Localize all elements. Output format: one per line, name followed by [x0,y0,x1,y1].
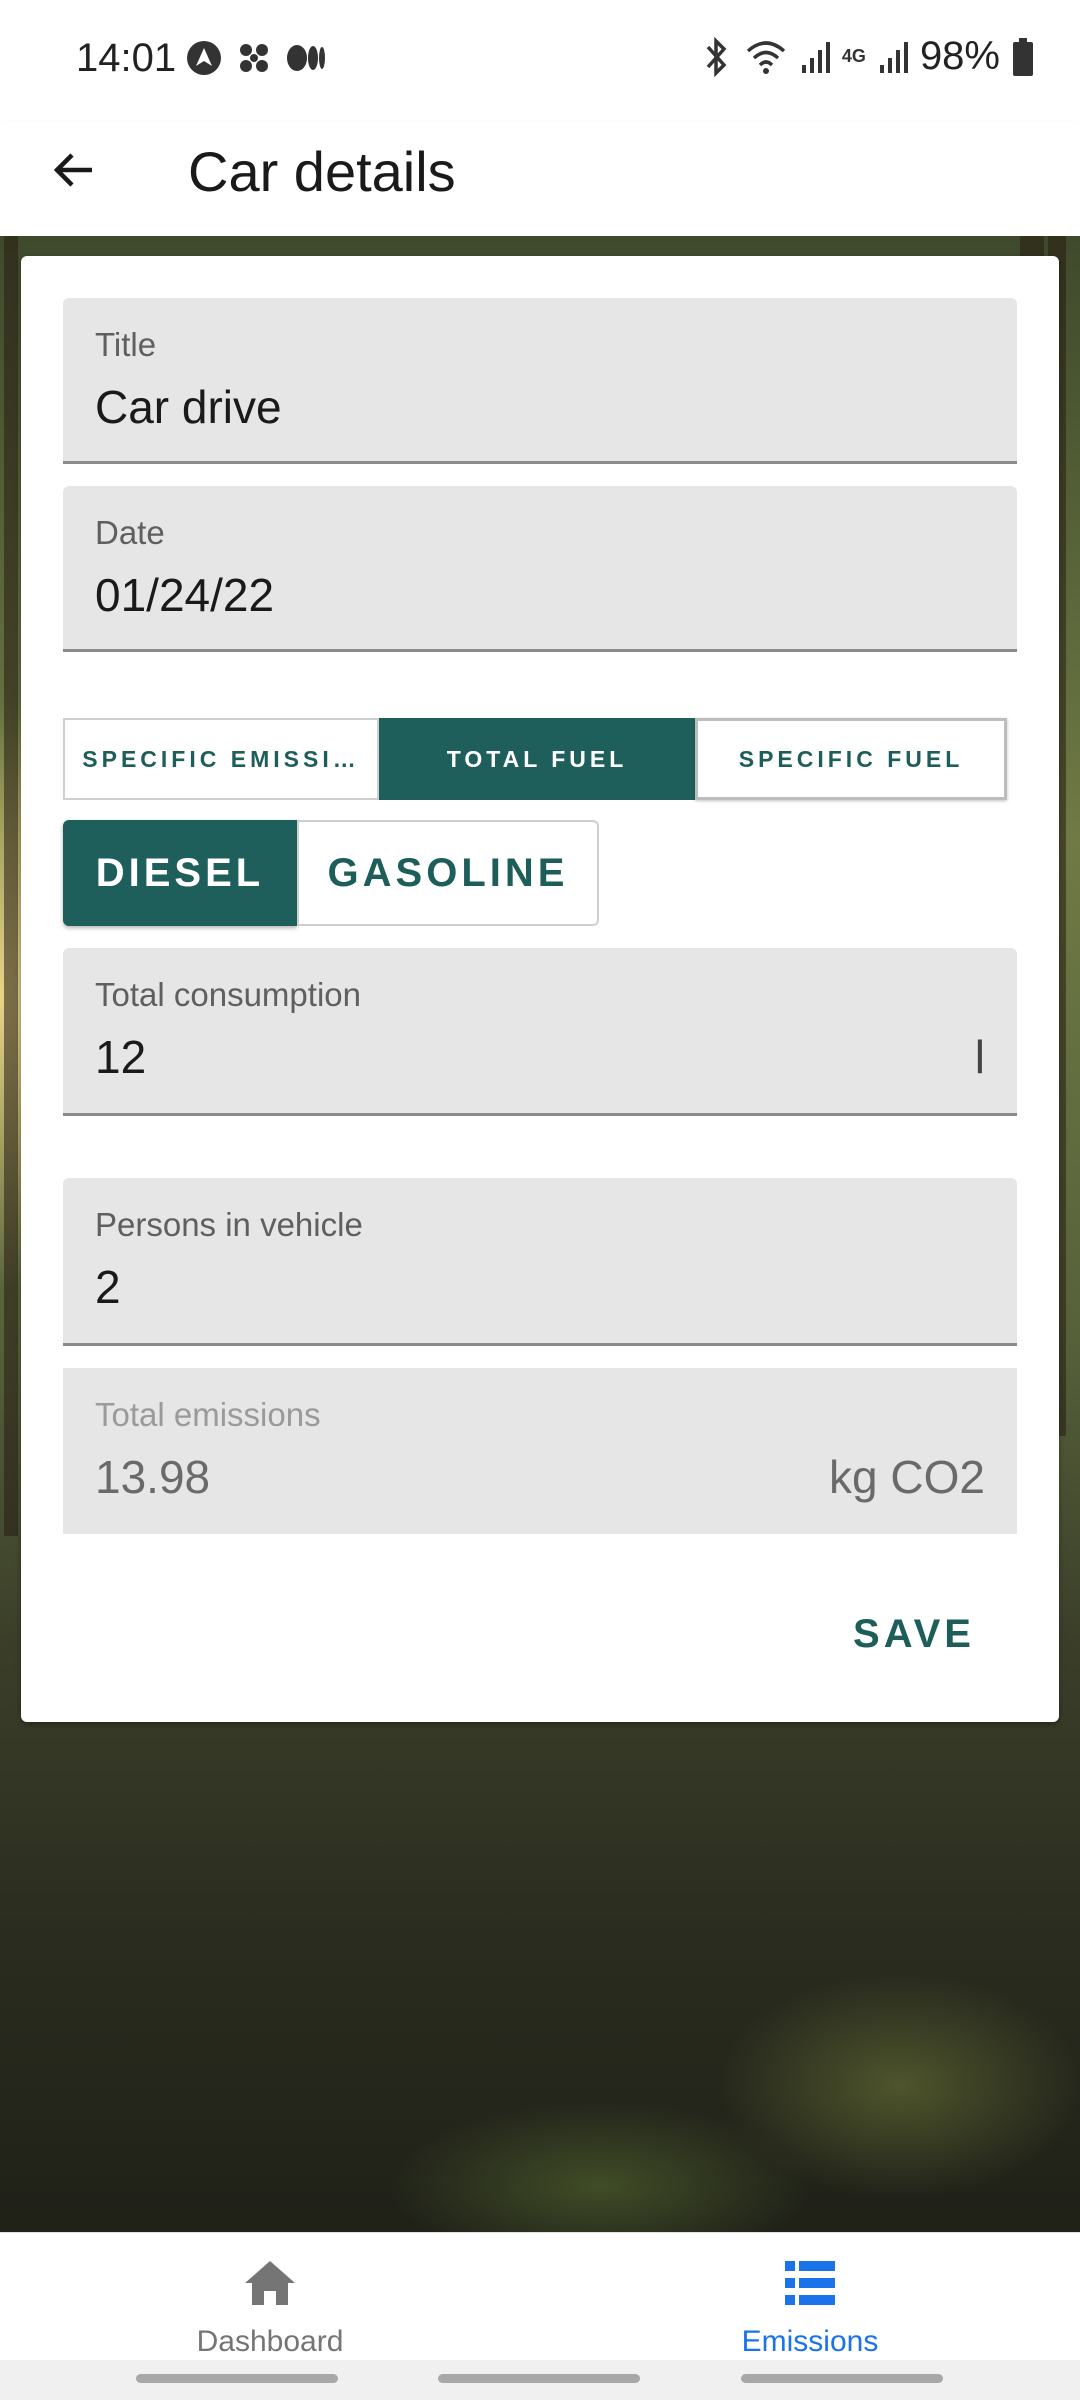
title-field[interactable]: Title Car drive [63,298,1017,464]
date-value: 01/24/22 [95,569,275,621]
total-consumption-field[interactable]: Total consumption 12 l [63,948,1017,1116]
page-title: Car details [188,140,456,203]
fuel-type-toggle: DIESEL GASOLINE [63,820,599,926]
mode-specific-emission-button[interactable]: SPECIFIC EMISSI… [63,718,379,800]
total-emissions-value: 13.98 [95,1451,211,1503]
car-details-card: Title Car drive Date 01/24/22 SPECIFIC E… [21,256,1059,1722]
date-label: Date [95,514,165,551]
nav-item-dashboard[interactable]: Dashboard [0,2233,540,2363]
total-consumption-label: Total consumption [95,976,361,1013]
list-icon [780,2253,840,2313]
persons-label: Persons in vehicle [95,1206,363,1243]
save-button[interactable]: SAVE [837,1600,991,1669]
arrow-back-icon [53,153,92,187]
gesture-back-pill[interactable] [741,2374,943,2383]
gesture-home-pill[interactable] [438,2374,640,2383]
persons-value: 2 [95,1261,121,1313]
nav-item-emissions[interactable]: Emissions [540,2233,1080,2363]
persons-field[interactable]: Persons in vehicle 2 [63,1178,1017,1346]
mode-specific-fuel-button[interactable]: SPECIFIC FUEL [695,718,1007,800]
gesture-recents-pill[interactable] [136,2374,338,2383]
input-mode-toggle: SPECIFIC EMISSI… TOTAL FUEL SPECIFIC FUE… [63,718,1007,800]
status-time: 14:01 [76,36,177,80]
app-bar: Car details [0,122,1080,236]
bottom-navigation: Dashboard Emissions [0,2232,1080,2400]
battery-icon [1013,37,1033,76]
fuel-gasoline-button[interactable]: GASOLINE [297,820,599,926]
fuel-diesel-button[interactable]: DIESEL [63,820,297,926]
status-bar: 14:01 4G 98% [0,0,1080,122]
nav-label-dashboard: Dashboard [196,2325,344,2358]
bluetooth-icon [706,36,727,77]
gesture-navigation-bar [0,2360,1080,2400]
status-system-icons: 4G 98% [702,34,1034,79]
signal-icon-2 [879,41,908,73]
status-notification-icons [186,40,326,76]
date-field[interactable]: Date 01/24/22 [63,486,1017,652]
mode-total-fuel-button[interactable]: TOTAL FUEL [379,718,695,800]
nav-label-emissions: Emissions [741,2325,879,2358]
network-type: 4G [841,46,866,66]
total-emissions-label: Total emissions [95,1396,321,1433]
wifi-icon [746,40,786,74]
total-emissions-unit: kg CO2 [829,1451,985,1503]
signal-icon [801,41,830,73]
title-label: Title [95,326,157,363]
total-consumption-unit: l [974,1031,985,1083]
title-value: Car drive [95,381,282,433]
total-emissions-field: Total emissions 13.98 kg CO2 [63,1368,1017,1534]
total-consumption-value: 12 [95,1031,147,1083]
navigation-app-icon [187,41,221,75]
battery-percentage: 98% [919,34,1000,78]
home-icon [240,2253,300,2313]
back-button[interactable] [40,136,108,204]
medium-app-icon [287,45,325,71]
fan-icon [240,44,268,72]
